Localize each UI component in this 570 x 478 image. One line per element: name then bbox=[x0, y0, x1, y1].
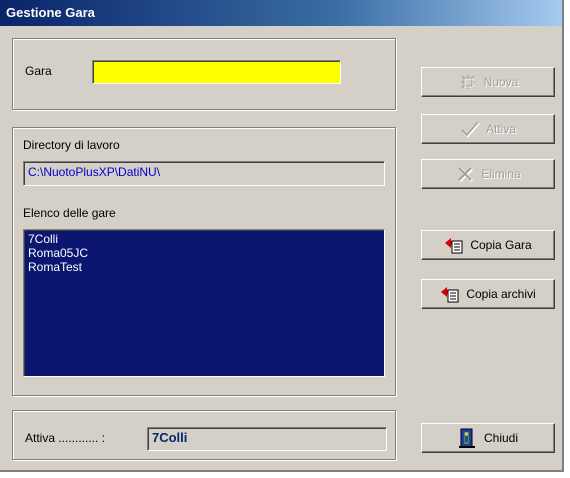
elenco-label: Elenco delle gare bbox=[23, 206, 116, 220]
copia-archivi-label: Copia archivi bbox=[466, 287, 536, 301]
gare-listbox[interactable]: 7Colli Roma05JC RomaTest bbox=[23, 229, 385, 377]
chiudi-label: Chiudi bbox=[483, 431, 519, 445]
gara-input[interactable] bbox=[92, 60, 341, 84]
copia-archivi-button[interactable]: Copia archivi bbox=[421, 279, 555, 309]
exit-door-icon bbox=[458, 428, 478, 448]
gara-label: Gara bbox=[25, 64, 52, 78]
nuova-button[interactable]: Nuova bbox=[421, 67, 555, 97]
attiva-group: Attiva ............ : 7Colli bbox=[12, 410, 396, 460]
copy-icon bbox=[444, 235, 464, 255]
list-item[interactable]: Roma05JC bbox=[28, 246, 380, 260]
window-title: Gestione Gara bbox=[0, 0, 562, 26]
nuova-label: Nuova bbox=[483, 75, 519, 89]
list-item[interactable]: 7Colli bbox=[28, 232, 380, 246]
archive-group: Directory di lavoro C:\NuotoPlusXP\DatiN… bbox=[12, 127, 396, 396]
copy-icon bbox=[440, 284, 460, 304]
attiva-field: 7Colli bbox=[147, 427, 387, 451]
attiva-label: Attiva ............ : bbox=[25, 431, 106, 445]
list-item[interactable]: RomaTest bbox=[28, 260, 380, 274]
copia-gara-label: Copia Gara bbox=[470, 238, 532, 252]
delete-x-icon bbox=[455, 164, 475, 184]
gestione-gara-window: Gestione Gara Gara Directory di lavoro C… bbox=[0, 0, 564, 472]
directory-field: C:\NuotoPlusXP\DatiNU\ bbox=[23, 161, 385, 186]
checkmark-icon bbox=[460, 119, 480, 139]
elimina-button[interactable]: Elimina bbox=[421, 159, 555, 189]
attiva-button[interactable]: Attiva bbox=[421, 114, 555, 144]
chiudi-button[interactable]: Chiudi bbox=[421, 423, 555, 453]
attiva-button-label: Attiva bbox=[485, 122, 516, 136]
elimina-label: Elimina bbox=[481, 167, 521, 181]
gara-group: Gara bbox=[12, 38, 396, 110]
copia-gara-button[interactable]: Copia Gara bbox=[421, 230, 555, 260]
new-doc-icon bbox=[458, 72, 478, 92]
directory-label: Directory di lavoro bbox=[23, 138, 120, 152]
